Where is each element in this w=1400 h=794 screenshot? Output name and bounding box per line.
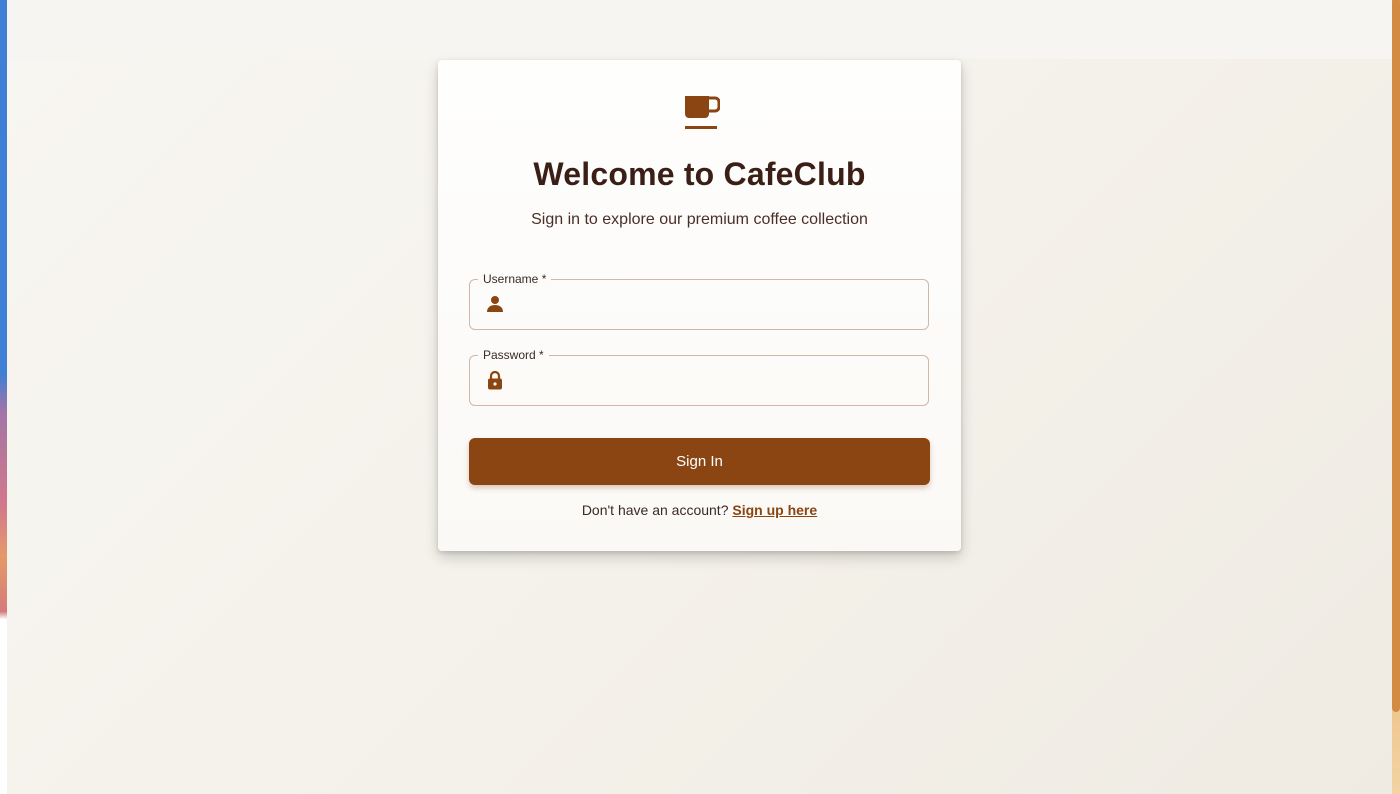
sign-in-button[interactable]: Sign In xyxy=(469,438,930,485)
login-card: Welcome to CafeClub Sign in to explore o… xyxy=(438,60,961,551)
username-input[interactable] xyxy=(516,290,920,322)
page-background: Welcome to CafeClub Sign in to explore o… xyxy=(7,0,1392,794)
lock-icon xyxy=(488,370,502,390)
sign-up-link[interactable]: Sign up here xyxy=(732,502,817,518)
coffee-cup-icon xyxy=(685,96,720,129)
signup-prompt-row: Don't have an account? Sign up here xyxy=(438,502,961,518)
scrollbar-thumb[interactable] xyxy=(1392,0,1400,712)
signup-prompt-text: Don't have an account? xyxy=(581,502,729,518)
password-label: Password * xyxy=(478,347,549,363)
page-title: Welcome to CafeClub xyxy=(533,156,866,192)
username-label: Username * xyxy=(478,271,552,287)
username-field[interactable]: Username * xyxy=(469,271,929,330)
page-subtitle: Sign in to explore our premium coffee co… xyxy=(531,211,868,228)
password-input[interactable] xyxy=(516,366,920,398)
password-field[interactable]: Password * xyxy=(469,347,929,406)
left-window-edge xyxy=(0,0,7,794)
person-icon xyxy=(487,296,503,312)
top-band xyxy=(7,0,1392,59)
